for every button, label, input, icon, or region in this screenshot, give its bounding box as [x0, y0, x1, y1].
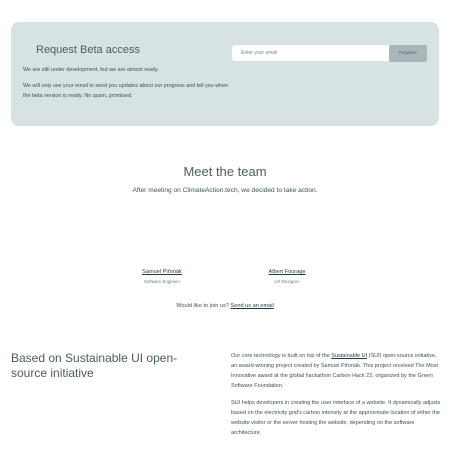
team-member-name-link[interactable]: Albert Fourage	[227, 269, 347, 275]
sustainable-ui-link[interactable]: Sustainable UI	[331, 353, 367, 359]
beta-access-title: Request Beta access	[36, 44, 140, 56]
beta-status-text: We are still under development, but we a…	[23, 67, 159, 73]
team-subtitle: After meeting on ClimateAction.tech, we …	[132, 187, 318, 194]
beta-access-card: Request Beta access We are still under d…	[11, 22, 439, 126]
team-member-role: UX Designer	[274, 279, 300, 284]
register-button[interactable]: Register	[389, 45, 427, 62]
team-member-card: Albert Fourage UX Designer	[227, 269, 347, 284]
email-input[interactable]	[232, 45, 391, 61]
team-member-name-link[interactable]: Samuel Piťonák	[102, 269, 222, 275]
join-us-line: Would like to join us? Send us an email	[0, 303, 450, 309]
sui-p1-text-before: Our core technology is built on top of t…	[231, 353, 330, 359]
team-title: Meet the team	[183, 164, 267, 179]
team-member-role: Software Engineer	[143, 279, 181, 284]
sui-heading: Based on Sustainable UI open-source init…	[11, 351, 178, 380]
send-email-link[interactable]: Send us an email	[231, 303, 274, 309]
team-member-card: Samuel Piťonák Software Engineer	[102, 269, 222, 284]
beta-privacy-text: We will only use your email to send you …	[23, 83, 229, 99]
sui-paragraph-1: Our core technology is built on top of t…	[231, 351, 441, 391]
sui-paragraph-2: SUI helps developers in creating the use…	[231, 400, 441, 436]
join-us-text: Would like to join us?	[176, 303, 229, 309]
